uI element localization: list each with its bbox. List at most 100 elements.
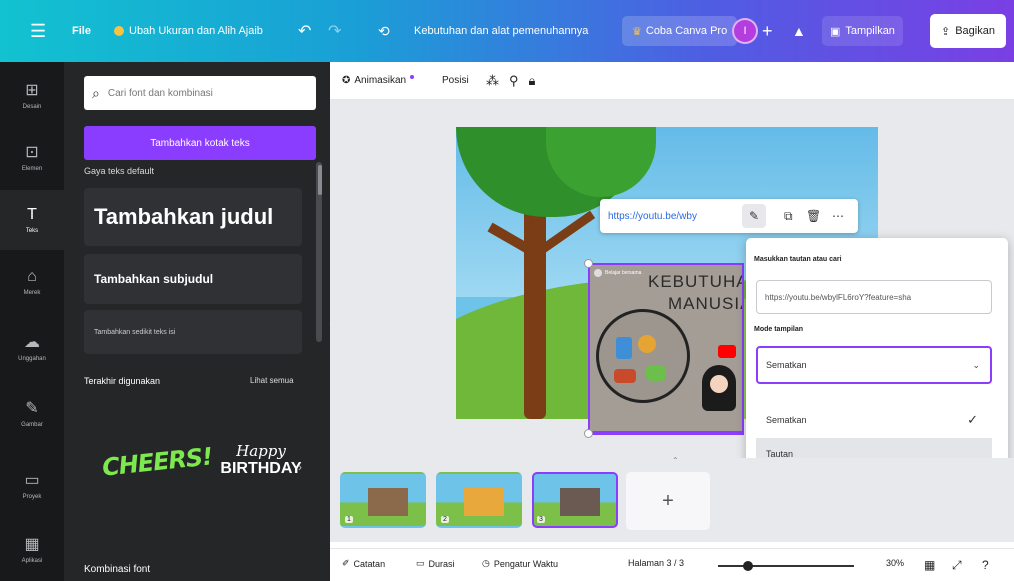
- recently-used-heading: Terakhir digunakan: [84, 376, 161, 386]
- present-button[interactable]: ▣ Tampilkan: [822, 16, 903, 46]
- search-icon: ⌕: [92, 84, 100, 101]
- rail-item-projects[interactable]: ▭ Proyek: [0, 456, 64, 516]
- timer-icon: ◷: [482, 558, 490, 568]
- animate-button[interactable]: ✪ Animasikan: [342, 74, 415, 86]
- rail-item-elements[interactable]: ⊡ Elemen: [0, 128, 64, 188]
- trash-icon[interactable]: 🗑︎: [806, 209, 821, 223]
- duration-icon: ▭: [416, 558, 425, 568]
- fullscreen-icon[interactable]: ⤢: [952, 558, 962, 573]
- help-icon[interactable]: ?: [982, 558, 989, 572]
- add-body-text-button[interactable]: Tambahkan sedikit teks isi: [84, 310, 302, 354]
- see-all-link[interactable]: Lihat semua: [250, 376, 294, 385]
- zoom-percentage[interactable]: 30%: [886, 558, 904, 568]
- rail-label: Teks: [25, 228, 39, 234]
- footer-bar: ✐ Catatan ▭ Durasi ◷ Pengatur Waktu Hala…: [330, 548, 1014, 581]
- display-mode-select[interactable]: Sematkan ⌄: [756, 346, 992, 384]
- top-bar: ☰ File Ubah Ukuran dan Alih Ajaib ↶ ↷ ⟲ …: [0, 0, 1014, 62]
- sample-happy-text: Happy: [236, 442, 286, 460]
- rail-item-text[interactable]: T Teks: [0, 190, 64, 250]
- position-button[interactable]: Posisi: [442, 75, 469, 86]
- add-heading-button[interactable]: Tambahkan judul: [84, 188, 302, 246]
- avatar[interactable]: I: [732, 18, 758, 44]
- zoom-slider[interactable]: [718, 565, 854, 567]
- font-search-input[interactable]: ⌕ Cari font dan kombinasi: [84, 76, 316, 110]
- try-canva-pro-button[interactable]: ♛ Coba Canva Pro: [622, 16, 738, 46]
- add-text-box-button[interactable]: Tambahkan kotak teks: [84, 126, 316, 160]
- plus-icon[interactable]: +: [762, 21, 773, 42]
- resize-button[interactable]: Ubah Ukuran dan Alih Ajaib: [114, 0, 263, 62]
- zoom-slider-handle[interactable]: [743, 561, 754, 571]
- add-page-button[interactable]: +: [626, 472, 710, 530]
- collaborators: I +: [732, 16, 773, 46]
- scrollbar-thumb[interactable]: [318, 165, 322, 195]
- duration-button[interactable]: ▭ Durasi: [416, 558, 455, 569]
- upload-icon: ☁: [24, 334, 40, 351]
- resize-handle[interactable]: [584, 259, 593, 268]
- page-thumbnail[interactable]: 2: [436, 472, 522, 528]
- option-embed[interactable]: Sematkan ✓: [756, 404, 992, 436]
- analytics-icon[interactable]: ▲: [792, 0, 806, 62]
- notes-button[interactable]: ✐ Catatan: [342, 558, 385, 569]
- link-toolbar: https://youtu.be/wby ✎ ⧉ 🗑︎ ⋯: [600, 199, 858, 233]
- rail-label: Desain: [22, 104, 42, 110]
- display-mode-value: Sematkan: [766, 360, 807, 370]
- copy-icon[interactable]: ⧉: [784, 209, 793, 224]
- edit-link-icon[interactable]: ✎: [742, 204, 766, 228]
- file-menu-button[interactable]: File: [72, 0, 91, 62]
- rail-item-uploads[interactable]: ☁ Unggahan: [0, 318, 64, 378]
- add-subheading-button[interactable]: Tambahkan subjudul: [84, 254, 302, 304]
- hamburger-icon[interactable]: ☰: [30, 0, 46, 62]
- thumbnail-preview: [368, 488, 408, 516]
- page-indicator[interactable]: Halaman 3 / 3: [628, 558, 684, 568]
- rail-label: Gambar: [21, 422, 43, 428]
- more-icon[interactable]: ⋯: [832, 209, 844, 223]
- rail-label: Elemen: [21, 166, 43, 172]
- thumbnail-preview: [464, 488, 504, 516]
- canva-pro-label: Coba Canva Pro: [645, 25, 728, 37]
- food-item: [638, 335, 656, 353]
- redo-icon[interactable]: ↷: [328, 0, 341, 62]
- left-rail: ⊞ Desain ⊡ Elemen T Teks ⌂ Merek ☁ Ungga…: [0, 62, 64, 581]
- plate-illustration: [596, 309, 690, 403]
- share-button[interactable]: ⇪ Bagikan: [930, 14, 1006, 48]
- folder-icon: ▭: [24, 472, 40, 489]
- link-url[interactable]: https://youtu.be/wby: [608, 211, 736, 222]
- lock-icon[interactable]: 🔒︎: [529, 73, 536, 89]
- grid-view-icon[interactable]: ▦: [924, 558, 935, 572]
- paint-roller-icon[interactable]: ⚲: [509, 73, 519, 89]
- share-label: Bagikan: [955, 25, 995, 37]
- rail-item-brand[interactable]: ⌂ Merek: [0, 252, 64, 312]
- font-sample-cheers[interactable]: CHEERS!: [101, 442, 214, 481]
- link-input[interactable]: https://youtu.be/wbylFL6roY?feature=sha: [756, 280, 992, 314]
- rail-item-apps[interactable]: ▦ Aplikasi: [0, 520, 64, 580]
- timer-button[interactable]: ◷ Pengatur Waktu: [482, 558, 558, 569]
- display-mode-label: Mode tampilan: [754, 326, 804, 333]
- link-popover: Masukkan tautan atau cari https://youtu.…: [746, 238, 1008, 482]
- page-thumbnail[interactable]: 1: [340, 472, 426, 528]
- context-toolbar: ✪ Animasikan Posisi ⁂ ⚲ 🔒︎: [330, 62, 1014, 100]
- text-panel: ⌕ Cari font dan kombinasi Tambahkan kota…: [64, 62, 330, 581]
- undo-icon[interactable]: ↶: [298, 0, 311, 62]
- embedded-video[interactable]: Belajar bersama KEBUTUHAN MANUSIA: [588, 263, 744, 433]
- font-combinations-heading: Kombinasi font: [84, 564, 151, 575]
- transparency-icon[interactable]: ⁂: [486, 73, 499, 89]
- resize-handle[interactable]: [584, 429, 593, 438]
- notes-label: Catatan: [353, 558, 386, 569]
- chevron-right-icon[interactable]: ›: [298, 460, 302, 474]
- rail-item-draw[interactable]: ✎ Gambar: [0, 384, 64, 444]
- document-title[interactable]: Kebutuhan dan alat pemenuhannya: [414, 0, 588, 62]
- rail-item-design[interactable]: ⊞ Desain: [0, 66, 64, 126]
- page-thumbnail-active[interactable]: 3: [532, 472, 618, 528]
- rail-label: Proyek: [22, 494, 42, 500]
- duration-label: Durasi: [428, 558, 455, 569]
- present-label: Tampilkan: [845, 25, 895, 37]
- food-item: [646, 365, 666, 381]
- chevron-up-icon[interactable]: ⌃: [672, 456, 679, 465]
- cloud-save-icon[interactable]: ⟲: [378, 0, 390, 62]
- layout-icon: ⊞: [25, 82, 39, 99]
- video-title-line: KEBUTUHAN: [648, 272, 742, 291]
- toolbar-icons: ⁂ ⚲ 🔒︎: [486, 73, 535, 89]
- food-item: [614, 369, 636, 383]
- animate-icon: ✪: [342, 75, 351, 86]
- new-badge-dot: [410, 74, 415, 79]
